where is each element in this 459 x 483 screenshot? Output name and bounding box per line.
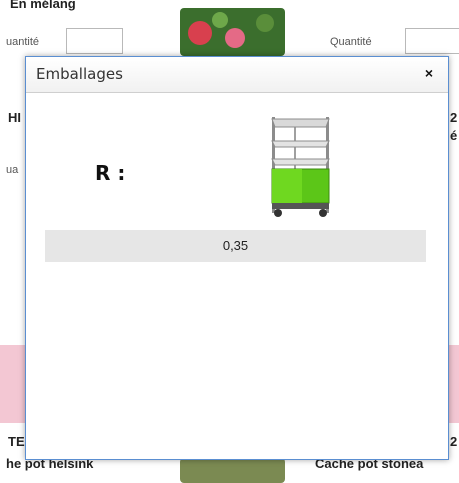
product-name-bottom-right-1: 2	[450, 434, 458, 449]
plant-image-top	[180, 8, 285, 56]
trolley-cart-icon	[266, 113, 336, 223]
product-name-mid-right-1: 2	[450, 110, 458, 125]
product-name-mid-left: HI	[8, 110, 21, 125]
quantity-input-right[interactable]	[405, 28, 459, 54]
quantity-label-right: Quantité	[330, 36, 372, 48]
quantity-input-left[interactable]	[66, 28, 123, 54]
r-label: R :	[95, 161, 126, 185]
value-bar: 0,35	[45, 230, 426, 262]
product-name-top-left: En mélang	[10, 0, 76, 11]
dialog-title-bar: Emballages ×	[26, 57, 448, 93]
r-value: 0,35	[222, 238, 249, 253]
dialog-title: Emballages	[36, 65, 123, 83]
emballages-dialog: Emballages × R : 0,35	[25, 56, 449, 460]
product-name-mid-right-2: é	[450, 128, 458, 143]
quantity-label-left: uantité	[6, 36, 40, 48]
plant-image-bottom	[180, 458, 285, 483]
quantity-label-mid-left: ua	[6, 164, 19, 176]
close-button[interactable]: ×	[420, 64, 438, 82]
product-name-bottom-left-1: TE	[8, 434, 25, 449]
